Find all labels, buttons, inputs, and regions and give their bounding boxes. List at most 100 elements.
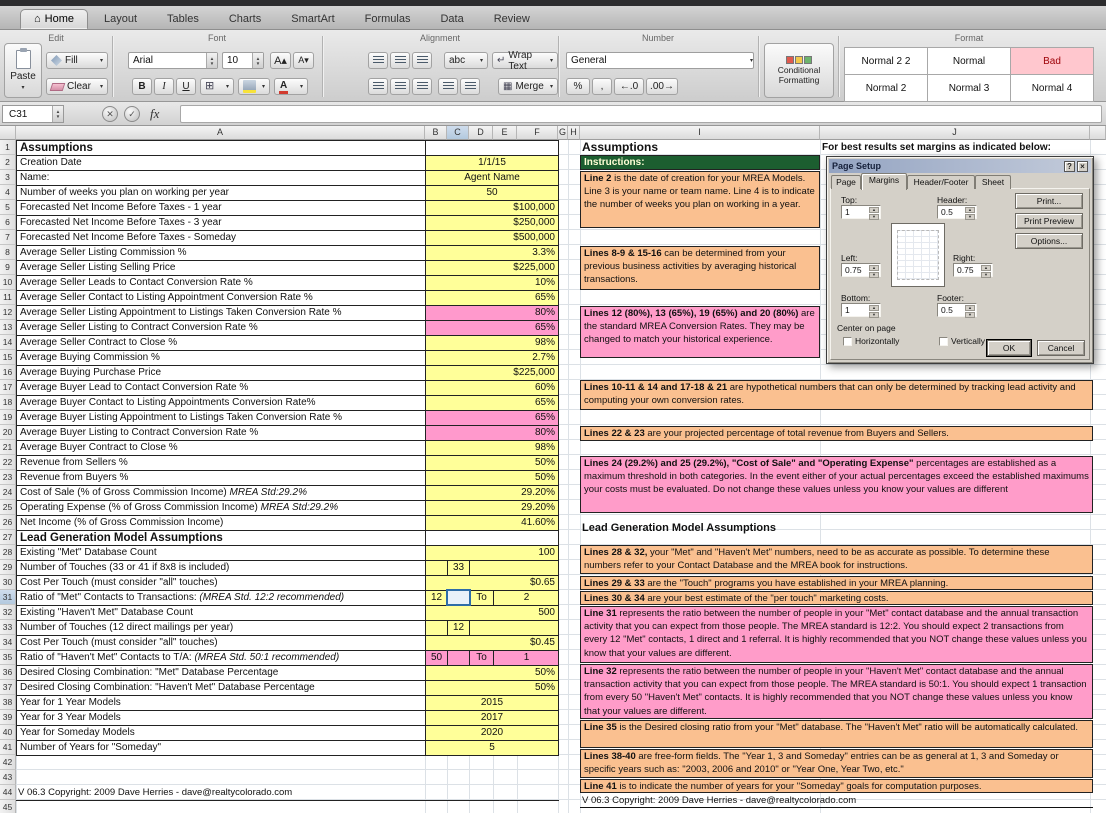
paste-button[interactable]: Paste ▾ — [4, 43, 42, 98]
column-header-j[interactable]: J — [820, 126, 1090, 140]
row-22-value[interactable]: 50% — [426, 456, 559, 471]
cell-df33[interactable] — [470, 621, 559, 636]
increase-indent-button[interactable] — [460, 78, 480, 95]
dialog-tab-margins[interactable]: Margins — [861, 173, 907, 190]
row-33-label[interactable]: Number of Touches (12 direct mailings pe… — [17, 621, 426, 636]
align-middle-button[interactable] — [390, 78, 410, 95]
row-7-label[interactable]: Forecasted Net Income Before Taxes - Som… — [17, 231, 426, 246]
number-format-select[interactable]: General▾ — [566, 52, 754, 69]
row-32-label[interactable]: Existing "Haven't Met" Database Count — [17, 606, 426, 621]
row-2-label[interactable]: Creation Date — [17, 156, 426, 171]
dialog-tab-sheet[interactable]: Sheet — [975, 175, 1011, 189]
row-25-label[interactable]: Operating Expense (% of Gross Commission… — [17, 501, 426, 516]
row-13-value[interactable]: 65% — [426, 321, 559, 336]
row-6-label[interactable]: Forecasted Net Income Before Taxes - 3 y… — [17, 216, 426, 231]
style-normal-2[interactable]: Normal 2 — [845, 75, 927, 101]
row-39-value[interactable]: 2017 — [426, 711, 559, 726]
grow-font-button[interactable]: A▴ — [270, 52, 291, 69]
cell-d35[interactable]: To — [470, 651, 494, 666]
row-header-6[interactable]: 6 — [0, 215, 16, 230]
row-23-value[interactable]: 50% — [426, 471, 559, 486]
right-margin-input[interactable]: 0.75▲▼ — [953, 263, 993, 277]
row-35-value[interactable]: 50To1 — [426, 651, 559, 666]
column-header-a[interactable]: A — [16, 126, 425, 140]
row-11-label[interactable]: Average Seller Contact to Listing Appoin… — [17, 291, 426, 306]
header-margin-input[interactable]: 0.5▲▼ — [937, 205, 977, 219]
row-10-value[interactable]: 10% — [426, 276, 559, 291]
column-header-overflow[interactable] — [1090, 126, 1106, 140]
row-header-2[interactable]: 2 — [0, 155, 16, 170]
row-header-23[interactable]: 23 — [0, 470, 16, 485]
bold-button[interactable]: B — [132, 78, 152, 95]
row-header-34[interactable]: 34 — [0, 635, 16, 650]
percent-style-button[interactable]: % — [566, 78, 590, 95]
row-4-value[interactable]: 50 — [426, 186, 559, 201]
row-5-value[interactable]: $100,000 — [426, 201, 559, 216]
row-1-value[interactable] — [426, 141, 559, 156]
row-header-14[interactable]: 14 — [0, 335, 16, 350]
row-19-label[interactable]: Average Buyer Listing Appointment to Lis… — [17, 411, 426, 426]
row-37-value[interactable]: 50% — [426, 681, 559, 696]
align-right-button[interactable] — [412, 52, 432, 69]
row-21-label[interactable]: Average Buyer Contract to Close % — [17, 441, 426, 456]
footer-margin-input[interactable]: 0.5▲▼ — [937, 303, 977, 317]
align-top-button[interactable] — [368, 78, 388, 95]
top-margin-input[interactable]: 1▲▼ — [841, 205, 881, 219]
dialog-titlebar[interactable]: Page Setup ? × — [829, 159, 1091, 173]
row-header-32[interactable]: 32 — [0, 605, 16, 620]
row-2-value[interactable]: 1/1/15 — [426, 156, 559, 171]
row-18-value[interactable]: 65% — [426, 396, 559, 411]
row-header-29[interactable]: 29 — [0, 560, 16, 575]
row-header-45[interactable]: 45 — [0, 800, 16, 813]
dialog-tab-page[interactable]: Page — [831, 175, 861, 189]
borders-button[interactable]: ⊞▾ — [200, 78, 234, 95]
row-header-25[interactable]: 25 — [0, 500, 16, 515]
underline-button[interactable]: U — [176, 78, 196, 95]
row-6-value[interactable]: $250,000 — [426, 216, 559, 231]
column-header-d[interactable]: D — [469, 126, 493, 140]
decrease-decimal-button[interactable]: ←.0 — [614, 78, 644, 95]
row-17-label[interactable]: Average Buyer Lead to Contact Conversion… — [17, 381, 426, 396]
row-header-30[interactable]: 30 — [0, 575, 16, 590]
row-24-value[interactable]: 29.20% — [426, 486, 559, 501]
tab-home[interactable]: ⌂Home — [20, 9, 88, 29]
left-margin-input[interactable]: 0.75▲▼ — [841, 263, 881, 277]
row-8-value[interactable]: 3.3% — [426, 246, 559, 261]
column-header-h[interactable]: H — [568, 126, 580, 140]
italic-button[interactable]: I — [154, 78, 174, 95]
row-14-value[interactable]: 98% — [426, 336, 559, 351]
row-header-20[interactable]: 20 — [0, 425, 16, 440]
row-header-11[interactable]: 11 — [0, 290, 16, 305]
conditional-formatting-button[interactable]: Conditional Formatting — [764, 43, 834, 98]
page-setup-dialog[interactable]: Page Setup ? × Center on page PageMargin… — [826, 156, 1094, 364]
row-37-label[interactable]: Desired Closing Combination: "Haven't Me… — [17, 681, 426, 696]
row-7-value[interactable]: $500,000 — [426, 231, 559, 246]
row-3-value[interactable]: Agent Name — [426, 171, 559, 186]
shrink-font-button[interactable]: A▾ — [293, 52, 314, 69]
fill-color-button[interactable]: ▾ — [238, 78, 270, 95]
row-header-36[interactable]: 36 — [0, 665, 16, 680]
style-normal-2-2[interactable]: Normal 2 2 — [845, 48, 927, 74]
cancel-button[interactable]: ✕ — [102, 106, 118, 122]
row-11-value[interactable]: 65% — [426, 291, 559, 306]
row-header-1[interactable]: 1 — [0, 140, 16, 155]
row-22-label[interactable]: Revenue from Sellers % — [17, 456, 426, 471]
row-33-value[interactable]: 12 — [426, 621, 559, 636]
row-38-label[interactable]: Year for 1 Year Models — [17, 696, 426, 711]
row-header-13[interactable]: 13 — [0, 320, 16, 335]
row-header-44[interactable]: 44 — [0, 785, 16, 800]
row-25-value[interactable]: 29.20% — [426, 501, 559, 516]
row-40-value[interactable]: 2020 — [426, 726, 559, 741]
row-24-label[interactable]: Cost of Sale (% of Gross Commission Inco… — [17, 486, 426, 501]
row-header-18[interactable]: 18 — [0, 395, 16, 410]
row-header-4[interactable]: 4 — [0, 185, 16, 200]
row-17-value[interactable]: 60% — [426, 381, 559, 396]
row-9-label[interactable]: Average Seller Listing Selling Price — [17, 261, 426, 276]
row-10-label[interactable]: Average Seller Leads to Contact Conversi… — [17, 276, 426, 291]
row-header-12[interactable]: 12 — [0, 305, 16, 320]
print-preview-button[interactable]: Print Preview — [1015, 213, 1083, 229]
row-header-33[interactable]: 33 — [0, 620, 16, 635]
row-9-value[interactable]: $225,000 — [426, 261, 559, 276]
row-4-label[interactable]: Number of weeks you plan on working per … — [17, 186, 426, 201]
align-bottom-button[interactable] — [412, 78, 432, 95]
